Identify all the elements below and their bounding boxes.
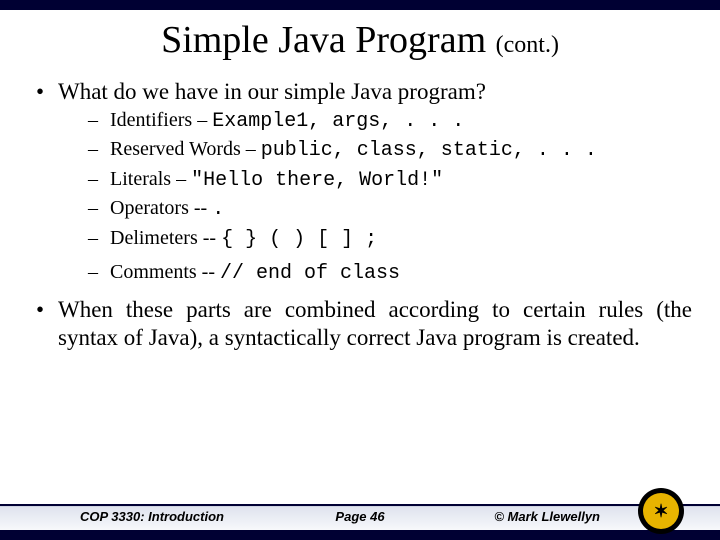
sub-code: { } ( ) [ ] ; <box>221 228 377 251</box>
sub-bullet-reserved-words: Reserved Words – public, class, static, … <box>88 137 692 163</box>
slide-title: Simple Java Program (cont.) <box>0 18 720 62</box>
sub-label: Reserved Words – <box>110 138 261 160</box>
sub-code: // end of class <box>220 262 400 285</box>
sub-label: Literals – <box>110 168 191 190</box>
sub-bullet-list: Identifiers – Example1, args, . . . Rese… <box>88 108 692 286</box>
sub-label: Delimeters -- <box>110 227 221 249</box>
sub-code: "Hello there, World!" <box>191 169 443 192</box>
bullet-question: What do we have in our simple Java progr… <box>34 78 692 286</box>
sub-label: Identifiers – <box>110 109 212 131</box>
slide-footer: COP 3330: Introduction Page 46 © Mark Ll… <box>0 496 720 540</box>
sub-label: Operators -- <box>110 197 212 219</box>
ucf-logo: ✶ <box>638 488 684 534</box>
logo-disc-icon: ✶ <box>643 493 679 529</box>
footer-text-row: COP 3330: Introduction Page 46 © Mark Ll… <box>0 509 720 527</box>
sub-code: Example1, args, . . . <box>212 110 464 133</box>
footer-copyright: © Mark Llewellyn <box>494 509 600 524</box>
sub-bullet-literals: Literals – "Hello there, World!" <box>88 167 692 193</box>
sub-label: Comments -- <box>110 261 220 283</box>
sub-bullet-comments: Comments -- // end of class <box>88 260 692 286</box>
slide-content: What do we have in our simple Java progr… <box>34 78 692 358</box>
bullet-paragraph: When these parts are combined according … <box>34 296 692 352</box>
title-main: Simple Java Program <box>161 19 496 61</box>
slide: Simple Java Program (cont.) What do we h… <box>0 0 720 540</box>
title-continuation: (cont.) <box>496 32 559 58</box>
pegasus-icon: ✶ <box>653 501 668 522</box>
top-accent-bar <box>0 0 720 10</box>
sub-bullet-operators: Operators -- . <box>88 196 692 222</box>
sub-code: . <box>212 198 224 221</box>
footer-bottom-bar <box>0 530 720 540</box>
sub-bullet-delimiters: Delimeters -- { } ( ) [ ] ; <box>88 226 692 252</box>
sub-bullet-identifiers: Identifiers – Example1, args, . . . <box>88 108 692 134</box>
bullet-question-text: What do we have in our simple Java progr… <box>58 79 486 104</box>
sub-code: public, class, static, . . . <box>261 139 597 162</box>
footer-page-number: Page 46 <box>0 509 720 524</box>
bullet-paragraph-text: When these parts are combined according … <box>58 297 692 350</box>
